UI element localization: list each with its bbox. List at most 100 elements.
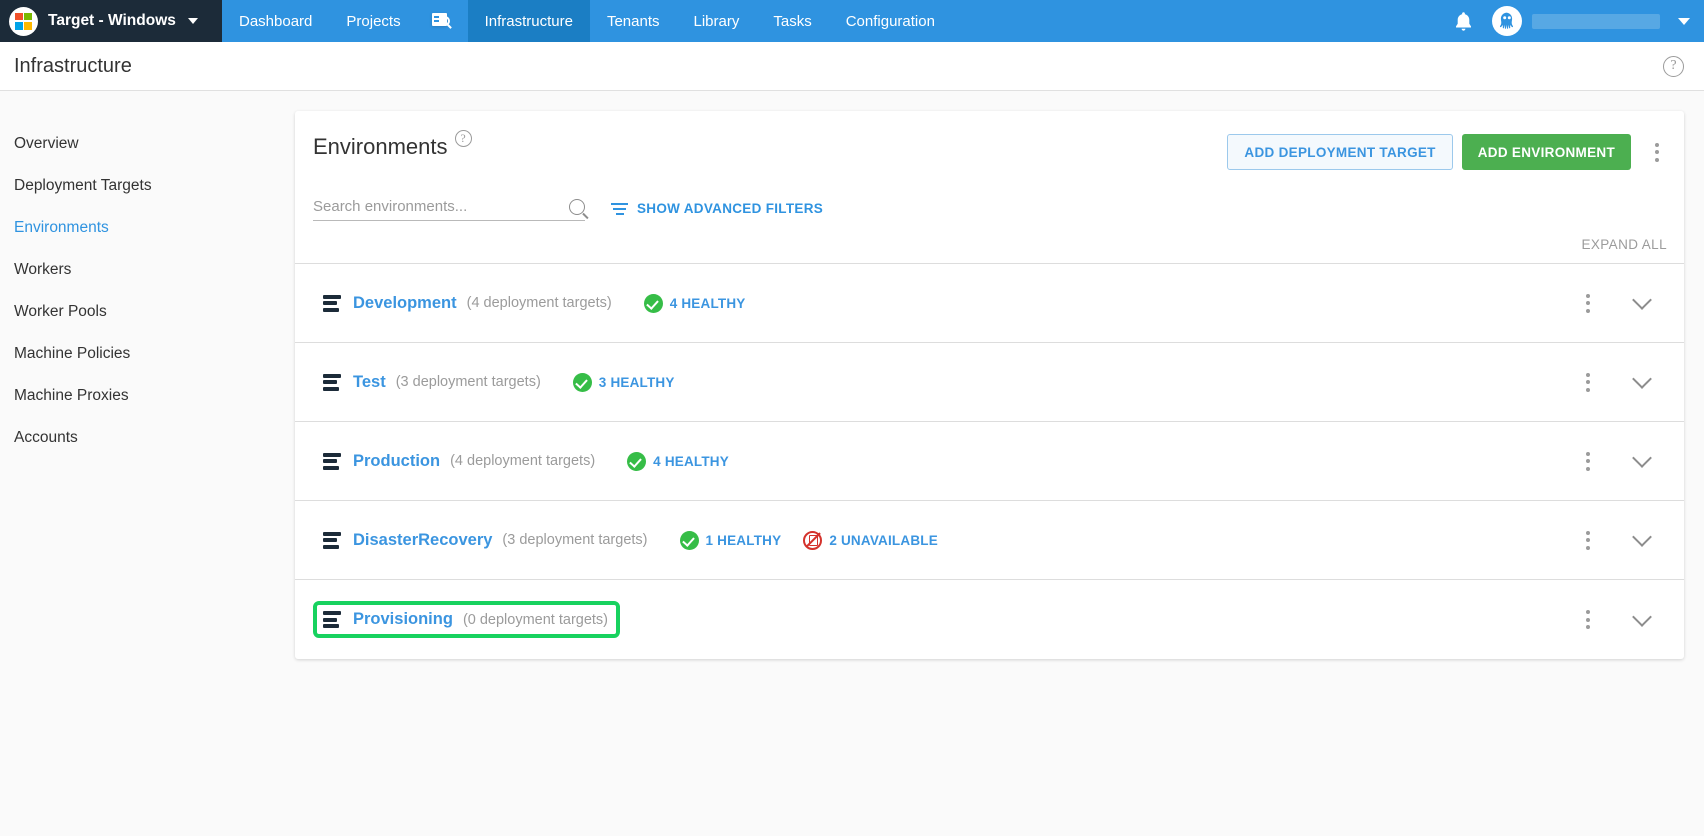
nav-label: Infrastructure bbox=[485, 13, 573, 30]
environment-name-link[interactable]: Provisioning bbox=[353, 610, 453, 629]
row-actions bbox=[1571, 443, 1667, 479]
environment-row-test[interactable]: Test (3 deployment targets) 3 HEALTHY bbox=[295, 343, 1684, 422]
environment-row-provisioning[interactable]: Provisioning (0 deployment targets) bbox=[295, 580, 1684, 659]
chevron-down-icon[interactable] bbox=[1632, 369, 1652, 389]
status-badge-healthy[interactable]: 4 HEALTHY bbox=[627, 452, 729, 471]
nav-item-dashboard[interactable]: Dashboard bbox=[222, 0, 329, 42]
user-menu-chevron-down-icon[interactable] bbox=[1678, 18, 1690, 25]
infrastructure-sidebar: Overview Deployment Targets Environments… bbox=[0, 91, 295, 836]
nav-item-tenants[interactable]: Tenants bbox=[590, 0, 677, 42]
status-badge-label: 3 HEALTHY bbox=[599, 375, 675, 390]
deployment-target-count: (4 deployment targets) bbox=[450, 453, 595, 469]
status-badge-unavailable[interactable]: 2 UNAVAILABLE bbox=[803, 531, 938, 550]
environment-name-link[interactable]: Development bbox=[353, 294, 457, 313]
windows-logo-icon bbox=[9, 7, 38, 36]
environments-list: Development (4 deployment targets) 4 HEA… bbox=[295, 263, 1684, 659]
environment-name-link[interactable]: DisasterRecovery bbox=[353, 531, 492, 550]
row-actions bbox=[1571, 522, 1667, 558]
search-input[interactable] bbox=[313, 198, 563, 215]
nav-item-infrastructure[interactable]: Infrastructure bbox=[468, 0, 590, 42]
nav-item-projects[interactable]: Projects bbox=[329, 0, 417, 42]
add-environment-button[interactable]: ADD ENVIRONMENT bbox=[1462, 134, 1631, 170]
kebab-menu-icon[interactable] bbox=[1575, 285, 1601, 321]
environment-name-link[interactable]: Production bbox=[353, 452, 440, 471]
kebab-menu-icon[interactable] bbox=[1575, 443, 1601, 479]
brand-space-switcher[interactable]: Target - Windows bbox=[0, 0, 222, 42]
sidebar-item-overview[interactable]: Overview bbox=[14, 123, 295, 165]
kebab-menu-icon[interactable] bbox=[1575, 602, 1601, 638]
environments-card: Environments ? ADD DEPLOYMENT TARGET ADD… bbox=[295, 111, 1684, 659]
healthy-check-icon bbox=[680, 531, 699, 550]
kebab-menu-icon[interactable] bbox=[1575, 364, 1601, 400]
chevron-down-icon[interactable] bbox=[1632, 448, 1652, 468]
sidebar-item-label: Machine Policies bbox=[14, 345, 130, 362]
environment-row-main-highlighted: Provisioning (0 deployment targets) bbox=[313, 601, 620, 638]
environments-help-circle-icon[interactable]: ? bbox=[455, 130, 472, 147]
sidebar-item-environments[interactable]: Environments bbox=[14, 207, 295, 249]
sidebar-item-label: Workers bbox=[14, 261, 71, 278]
page-title: Infrastructure bbox=[14, 55, 132, 78]
kebab-menu-icon[interactable] bbox=[1575, 522, 1601, 558]
bell-icon[interactable] bbox=[1444, 0, 1482, 42]
environment-row-development[interactable]: Development (4 deployment targets) 4 HEA… bbox=[295, 264, 1684, 343]
nav-item-tasks[interactable]: Tasks bbox=[756, 0, 828, 42]
deployment-target-count: (3 deployment targets) bbox=[396, 374, 541, 390]
status-badge-healthy[interactable]: 4 HEALTHY bbox=[644, 294, 746, 313]
environment-row-main: Test (3 deployment targets) 3 HEALTHY bbox=[313, 364, 687, 401]
kebab-menu-icon[interactable] bbox=[1644, 134, 1670, 170]
status-badges: 1 HEALTHY 2 UNAVAILABLE bbox=[680, 531, 938, 550]
show-advanced-filters-link[interactable]: SHOW ADVANCED FILTERS bbox=[611, 201, 823, 221]
primary-nav-items: Dashboard Projects Infrastructure Tenant… bbox=[222, 0, 952, 42]
deployment-target-count: (0 deployment targets) bbox=[463, 612, 608, 628]
chevron-down-icon[interactable] bbox=[1632, 607, 1652, 627]
sidebar-item-accounts[interactable]: Accounts bbox=[14, 417, 295, 459]
help-circle-icon[interactable]: ? bbox=[1663, 56, 1684, 77]
filter-icon bbox=[611, 202, 628, 215]
deployment-target-count: (4 deployment targets) bbox=[467, 295, 612, 311]
environments-card-header: Environments ? ADD DEPLOYMENT TARGET ADD… bbox=[295, 111, 1684, 170]
server-stack-icon bbox=[323, 532, 343, 549]
page-title-bar: Infrastructure ? bbox=[0, 42, 1704, 91]
username-label bbox=[1532, 14, 1660, 29]
sidebar-item-label: Accounts bbox=[14, 429, 78, 446]
sidebar-item-deployment-targets[interactable]: Deployment Targets bbox=[14, 165, 295, 207]
environment-row-main: DisasterRecovery (3 deployment targets) … bbox=[313, 522, 950, 559]
unavailable-blocked-icon bbox=[803, 531, 822, 550]
status-badge-label: 1 HEALTHY bbox=[706, 533, 782, 548]
status-badge-healthy[interactable]: 1 HEALTHY bbox=[680, 531, 782, 550]
expand-all-button[interactable]: EXPAND ALL bbox=[1581, 237, 1667, 252]
nav-item-library[interactable]: Library bbox=[677, 0, 757, 42]
sidebar-item-label: Machine Proxies bbox=[14, 387, 129, 404]
nav-item-project-search[interactable] bbox=[418, 0, 468, 42]
expand-all-row: EXPAND ALL bbox=[295, 221, 1684, 263]
search-environments-field[interactable] bbox=[313, 198, 585, 221]
healthy-check-icon bbox=[627, 452, 646, 471]
chevron-down-icon[interactable] bbox=[1632, 290, 1652, 310]
sidebar-item-machine-policies[interactable]: Machine Policies bbox=[14, 333, 295, 375]
status-badge-label: 2 UNAVAILABLE bbox=[829, 533, 938, 548]
nav-label: Tasks bbox=[773, 13, 811, 30]
status-badge-label: 4 HEALTHY bbox=[653, 454, 729, 469]
sidebar-item-worker-pools[interactable]: Worker Pools bbox=[14, 291, 295, 333]
main-content: Environments ? ADD DEPLOYMENT TARGET ADD… bbox=[295, 91, 1704, 836]
search-icon[interactable] bbox=[569, 199, 585, 215]
row-actions bbox=[1571, 364, 1667, 400]
row-actions bbox=[1571, 285, 1667, 321]
nav-item-configuration[interactable]: Configuration bbox=[829, 0, 952, 42]
status-badge-healthy[interactable]: 3 HEALTHY bbox=[573, 373, 675, 392]
chevron-down-icon[interactable] bbox=[1632, 527, 1652, 547]
sidebar-item-workers[interactable]: Workers bbox=[14, 249, 295, 291]
server-stack-icon bbox=[323, 611, 343, 628]
status-badges: 4 HEALTHY bbox=[644, 294, 746, 313]
top-navigation-bar: Target - Windows Dashboard Projects Infr… bbox=[0, 0, 1704, 42]
server-stack-icon bbox=[323, 295, 343, 312]
filter-row: SHOW ADVANCED FILTERS bbox=[295, 170, 1684, 221]
environment-name-link[interactable]: Test bbox=[353, 373, 386, 392]
add-deployment-target-button[interactable]: ADD DEPLOYMENT TARGET bbox=[1227, 134, 1452, 170]
deployment-target-count: (3 deployment targets) bbox=[502, 532, 647, 548]
environment-row-disasterrecovery[interactable]: DisasterRecovery (3 deployment targets) … bbox=[295, 501, 1684, 580]
environment-row-production[interactable]: Production (4 deployment targets) 4 HEAL… bbox=[295, 422, 1684, 501]
healthy-check-icon bbox=[644, 294, 663, 313]
octopus-avatar-icon[interactable] bbox=[1492, 6, 1522, 36]
sidebar-item-machine-proxies[interactable]: Machine Proxies bbox=[14, 375, 295, 417]
